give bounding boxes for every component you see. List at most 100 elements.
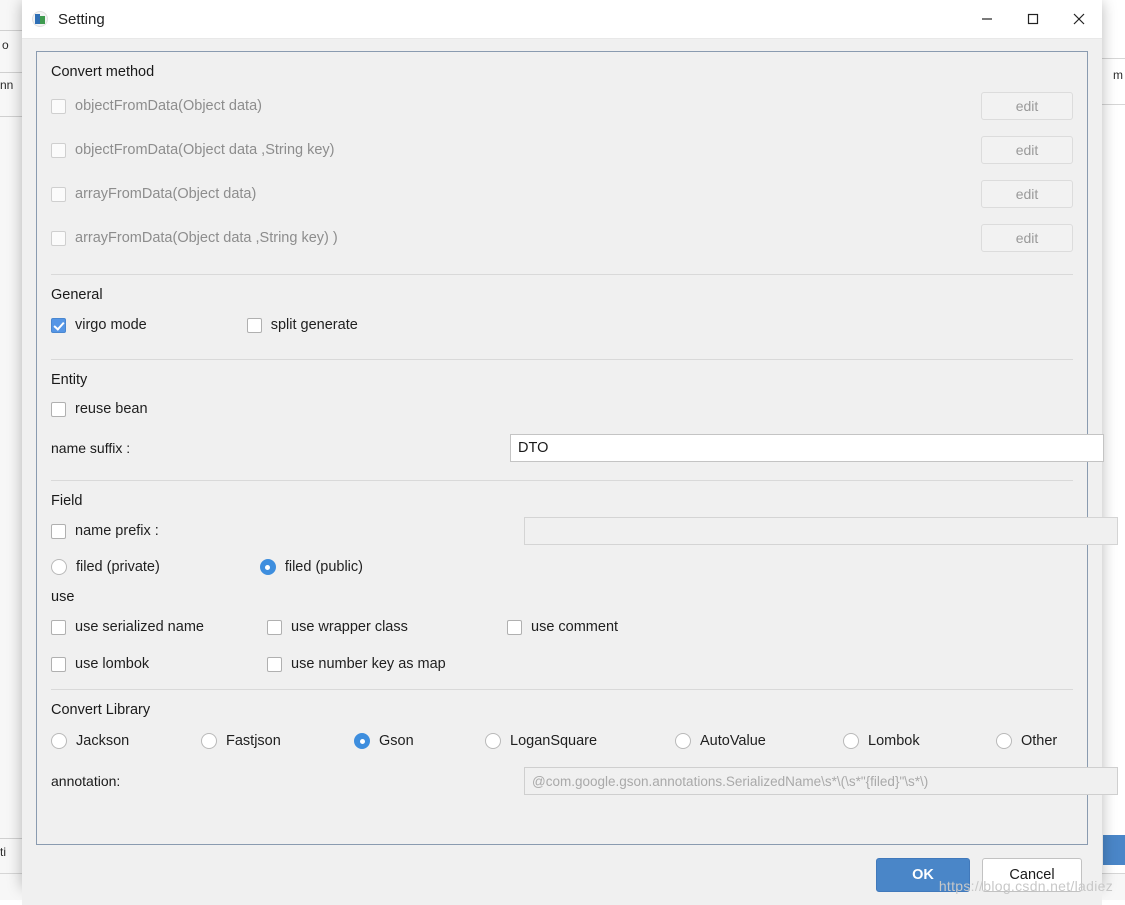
checkbox-label: use comment bbox=[531, 619, 618, 635]
name-suffix-label: name suffix : bbox=[51, 440, 130, 456]
checkbox-virgo-mode[interactable]: virgo mode bbox=[51, 317, 147, 333]
radio-label: Jackson bbox=[76, 733, 129, 749]
entity-name-suffix-row: name suffix : DTO bbox=[51, 426, 1073, 470]
field-visibility-row: filed (private) filed (public) bbox=[51, 549, 1073, 585]
convert-method-label: arrayFromData(Object data) bbox=[75, 186, 256, 202]
annotation-input[interactable]: @com.google.gson.annotations.SerializedN… bbox=[524, 767, 1118, 795]
dialog-title: Setting bbox=[58, 11, 105, 28]
background-divider bbox=[0, 838, 22, 839]
checkbox-label: use wrapper class bbox=[291, 619, 408, 635]
close-icon[interactable] bbox=[1056, 0, 1102, 38]
section-title-general: General bbox=[51, 275, 1073, 307]
section-title-convert-method: Convert method bbox=[51, 52, 1073, 84]
radio-label: Other bbox=[1021, 733, 1057, 749]
background-left-panel bbox=[0, 0, 23, 900]
convert-method-label: arrayFromData(Object data ,String key) ) bbox=[75, 230, 338, 246]
radio-button[interactable] bbox=[485, 733, 501, 749]
edit-button[interactable]: edit bbox=[981, 136, 1073, 164]
section-title-convert-library: Convert Library bbox=[51, 690, 1073, 722]
use-options-row-2: use lombok use number key as map bbox=[51, 645, 1073, 683]
section-title-entity: Entity bbox=[51, 360, 1073, 392]
radio-filed-private[interactable]: filed (private) bbox=[51, 559, 160, 575]
checkbox-box[interactable] bbox=[267, 620, 282, 635]
convert-library-options-row: Jackson Fastjson Gson LoganSquare AutoVa… bbox=[51, 722, 1073, 760]
radio-button[interactable] bbox=[675, 733, 691, 749]
checkbox-label: use lombok bbox=[75, 656, 149, 672]
checkbox-use-wrapper-class[interactable]: use wrapper class bbox=[267, 619, 507, 635]
background-divider bbox=[0, 72, 22, 73]
radio-label: filed (private) bbox=[76, 559, 160, 575]
checkbox-box[interactable] bbox=[507, 620, 522, 635]
radio-label: Fastjson bbox=[226, 733, 281, 749]
background-fragment-ti: ti bbox=[0, 845, 6, 859]
checkbox-use-comment[interactable]: use comment bbox=[507, 619, 618, 635]
cancel-button[interactable]: Cancel bbox=[982, 858, 1082, 892]
convert-method-row[interactable]: arrayFromData(Object data) edit bbox=[51, 172, 1073, 216]
background-divider bbox=[0, 30, 22, 31]
convert-method-label: objectFromData(Object data ,String key) bbox=[75, 142, 335, 158]
general-options-row: virgo mode split generate bbox=[51, 307, 1073, 343]
dialog-body: Convert method objectFromData(Object dat… bbox=[22, 39, 1102, 845]
checkbox-box[interactable] bbox=[51, 402, 66, 417]
radio-logansquare[interactable]: LoganSquare bbox=[485, 733, 675, 749]
checkbox-box[interactable] bbox=[51, 318, 66, 333]
radio-button[interactable] bbox=[996, 733, 1012, 749]
radio-button[interactable] bbox=[354, 733, 370, 749]
checkbox-box[interactable] bbox=[51, 657, 66, 672]
edit-button[interactable]: edit bbox=[981, 224, 1073, 252]
setting-dialog: Setting Convert method objectFromData(Ob… bbox=[22, 0, 1102, 886]
checkbox-label: name prefix : bbox=[75, 523, 159, 539]
radio-label: Gson bbox=[379, 733, 414, 749]
name-suffix-input[interactable]: DTO bbox=[510, 434, 1104, 462]
checkbox-box[interactable] bbox=[247, 318, 262, 333]
checkbox-reuse-bean[interactable]: reuse bean bbox=[51, 401, 148, 417]
section-title-use: use bbox=[51, 585, 1073, 609]
ok-button[interactable]: OK bbox=[876, 858, 970, 892]
radio-label: LoganSquare bbox=[510, 733, 597, 749]
annotation-row: annotation: @com.google.gson.annotations… bbox=[51, 760, 1073, 802]
convert-method-row[interactable]: arrayFromData(Object data ,String key) )… bbox=[51, 216, 1073, 260]
name-prefix-input[interactable] bbox=[524, 517, 1118, 545]
edit-button[interactable]: edit bbox=[981, 92, 1073, 120]
checkbox-label: use serialized name bbox=[75, 619, 204, 635]
radio-other[interactable]: Other bbox=[996, 733, 1057, 749]
radio-button[interactable] bbox=[201, 733, 217, 749]
radio-fastjson[interactable]: Fastjson bbox=[201, 733, 354, 749]
checkbox-object-from-data-key[interactable] bbox=[51, 143, 66, 158]
minimize-icon[interactable] bbox=[964, 0, 1010, 38]
checkbox-array-from-data[interactable] bbox=[51, 187, 66, 202]
radio-autovalue[interactable]: AutoValue bbox=[675, 733, 843, 749]
convert-method-row[interactable]: objectFromData(Object data) edit bbox=[51, 84, 1073, 128]
checkbox-use-number-key-as-map[interactable]: use number key as map bbox=[267, 656, 446, 672]
checkbox-box[interactable] bbox=[51, 524, 66, 539]
app-icon bbox=[32, 11, 48, 27]
radio-filed-public[interactable]: filed (public) bbox=[260, 559, 363, 575]
convert-method-row[interactable]: objectFromData(Object data ,String key) … bbox=[51, 128, 1073, 172]
checkbox-label: use number key as map bbox=[291, 656, 446, 672]
dialog-footer: OK Cancel bbox=[22, 845, 1102, 905]
settings-panel: Convert method objectFromData(Object dat… bbox=[36, 51, 1088, 845]
convert-method-label: objectFromData(Object data) bbox=[75, 98, 262, 114]
checkbox-box[interactable] bbox=[267, 657, 282, 672]
checkbox-name-prefix[interactable]: name prefix : bbox=[51, 523, 159, 539]
edit-button[interactable]: edit bbox=[981, 180, 1073, 208]
radio-button[interactable] bbox=[260, 559, 276, 575]
radio-lombok[interactable]: Lombok bbox=[843, 733, 996, 749]
background-divider bbox=[0, 116, 22, 117]
maximize-icon[interactable] bbox=[1010, 0, 1056, 38]
checkbox-box[interactable] bbox=[51, 620, 66, 635]
window-controls bbox=[964, 0, 1102, 38]
radio-gson[interactable]: Gson bbox=[354, 733, 485, 749]
radio-button[interactable] bbox=[843, 733, 859, 749]
radio-button[interactable] bbox=[51, 733, 67, 749]
section-title-field: Field bbox=[51, 481, 1073, 513]
radio-button[interactable] bbox=[51, 559, 67, 575]
checkbox-split-generate[interactable]: split generate bbox=[247, 317, 358, 333]
checkbox-use-serialized-name[interactable]: use serialized name bbox=[51, 619, 267, 635]
checkbox-label: virgo mode bbox=[75, 317, 147, 333]
checkbox-array-from-data-key[interactable] bbox=[51, 231, 66, 246]
radio-label: AutoValue bbox=[700, 733, 766, 749]
checkbox-object-from-data[interactable] bbox=[51, 99, 66, 114]
radio-jackson[interactable]: Jackson bbox=[51, 733, 201, 749]
checkbox-use-lombok[interactable]: use lombok bbox=[51, 656, 267, 672]
